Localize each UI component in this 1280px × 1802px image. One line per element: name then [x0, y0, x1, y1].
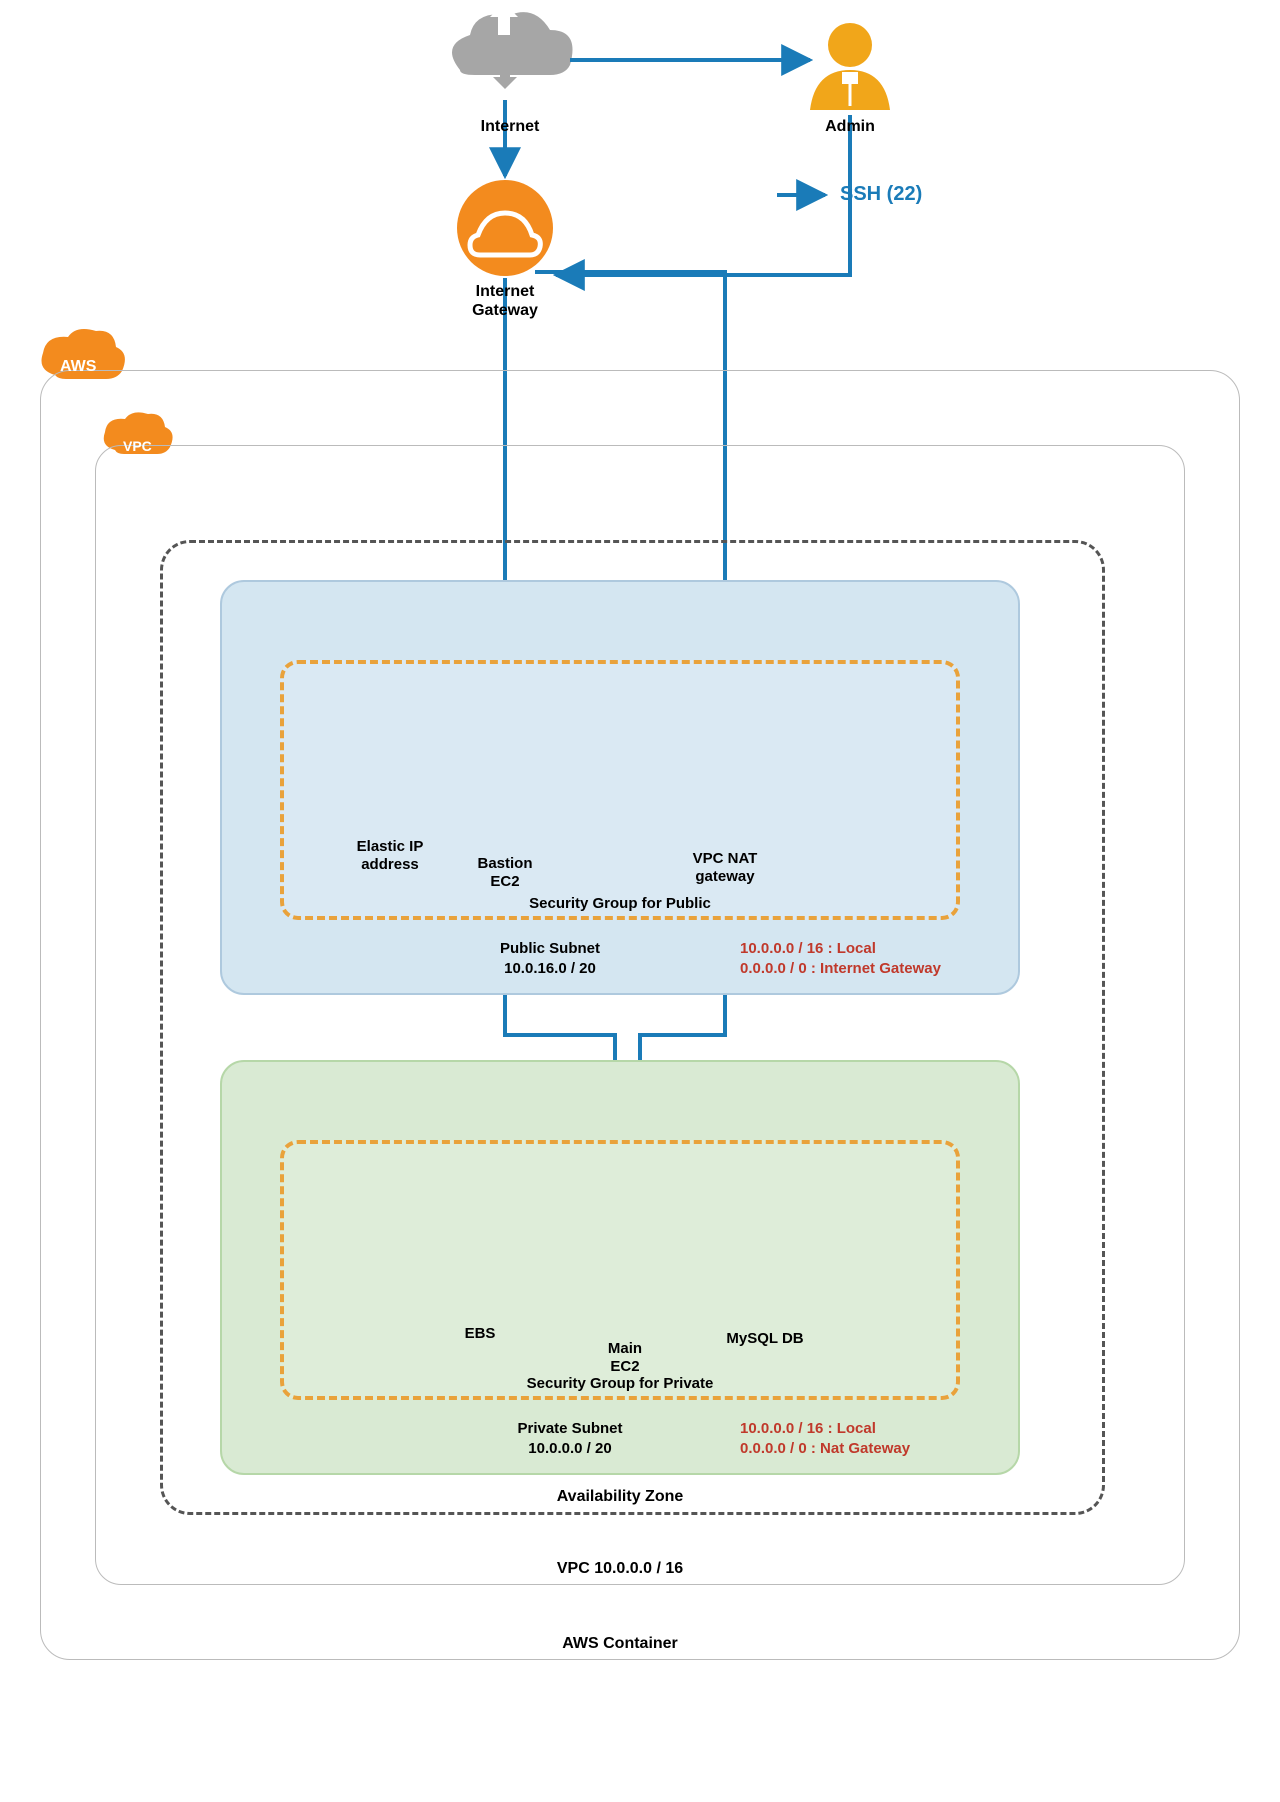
mysql-label: MySQL DB [710, 1330, 820, 1347]
elastic-ip-label-2: address [340, 856, 440, 873]
priv-route-1: 10.0.0.0 / 16 : Local [740, 1420, 876, 1437]
az-label: Availability Zone [520, 1488, 720, 1506]
vpc-label: VPC 10.0.0.0 / 16 [520, 1560, 720, 1578]
nat-label-2: gateway [675, 868, 775, 885]
sg-public-label: Security Group for Public [470, 895, 770, 912]
ebs-label: EBS [440, 1325, 520, 1342]
admin-label: Admin [820, 118, 880, 136]
bastion-label-2: EC2 [460, 873, 550, 890]
public-subnet-label-1: Public Subnet [460, 940, 640, 957]
aws-container-label: AWS Container [520, 1635, 720, 1653]
aws-badge-text: AWS [60, 358, 96, 376]
pub-route-1: 10.0.0.0 / 16 : Local [740, 940, 876, 957]
sg-public-box [280, 660, 960, 920]
admin-icon [810, 23, 890, 110]
private-subnet-label-1: Private Subnet [470, 1420, 670, 1437]
igw-label-2: Gateway [455, 302, 555, 320]
priv-route-2: 0.0.0.0 / 0 : Nat Gateway [740, 1440, 910, 1457]
main-ec2-label-2: EC2 [585, 1358, 665, 1375]
internet-label: Internet [470, 118, 550, 136]
bastion-label-1: Bastion [460, 855, 550, 872]
ssh-legend-label: SSH (22) [840, 183, 922, 206]
private-subnet-label-2: 10.0.0.0 / 20 [470, 1440, 670, 1457]
internet-gateway-icon [457, 180, 553, 276]
vpc-badge-text: VPC [123, 438, 152, 454]
public-subnet-label-2: 10.0.16.0 / 20 [460, 960, 640, 977]
sg-private-label: Security Group for Private [470, 1375, 770, 1392]
pub-route-2: 0.0.0.0 / 0 : Internet Gateway [740, 960, 941, 977]
internet-icon [452, 3, 573, 106]
igw-label-1: Internet [455, 283, 555, 301]
nat-label-1: VPC NAT [675, 850, 775, 867]
elastic-ip-label-1: Elastic IP [340, 838, 440, 855]
main-ec2-label-1: Main [585, 1340, 665, 1357]
